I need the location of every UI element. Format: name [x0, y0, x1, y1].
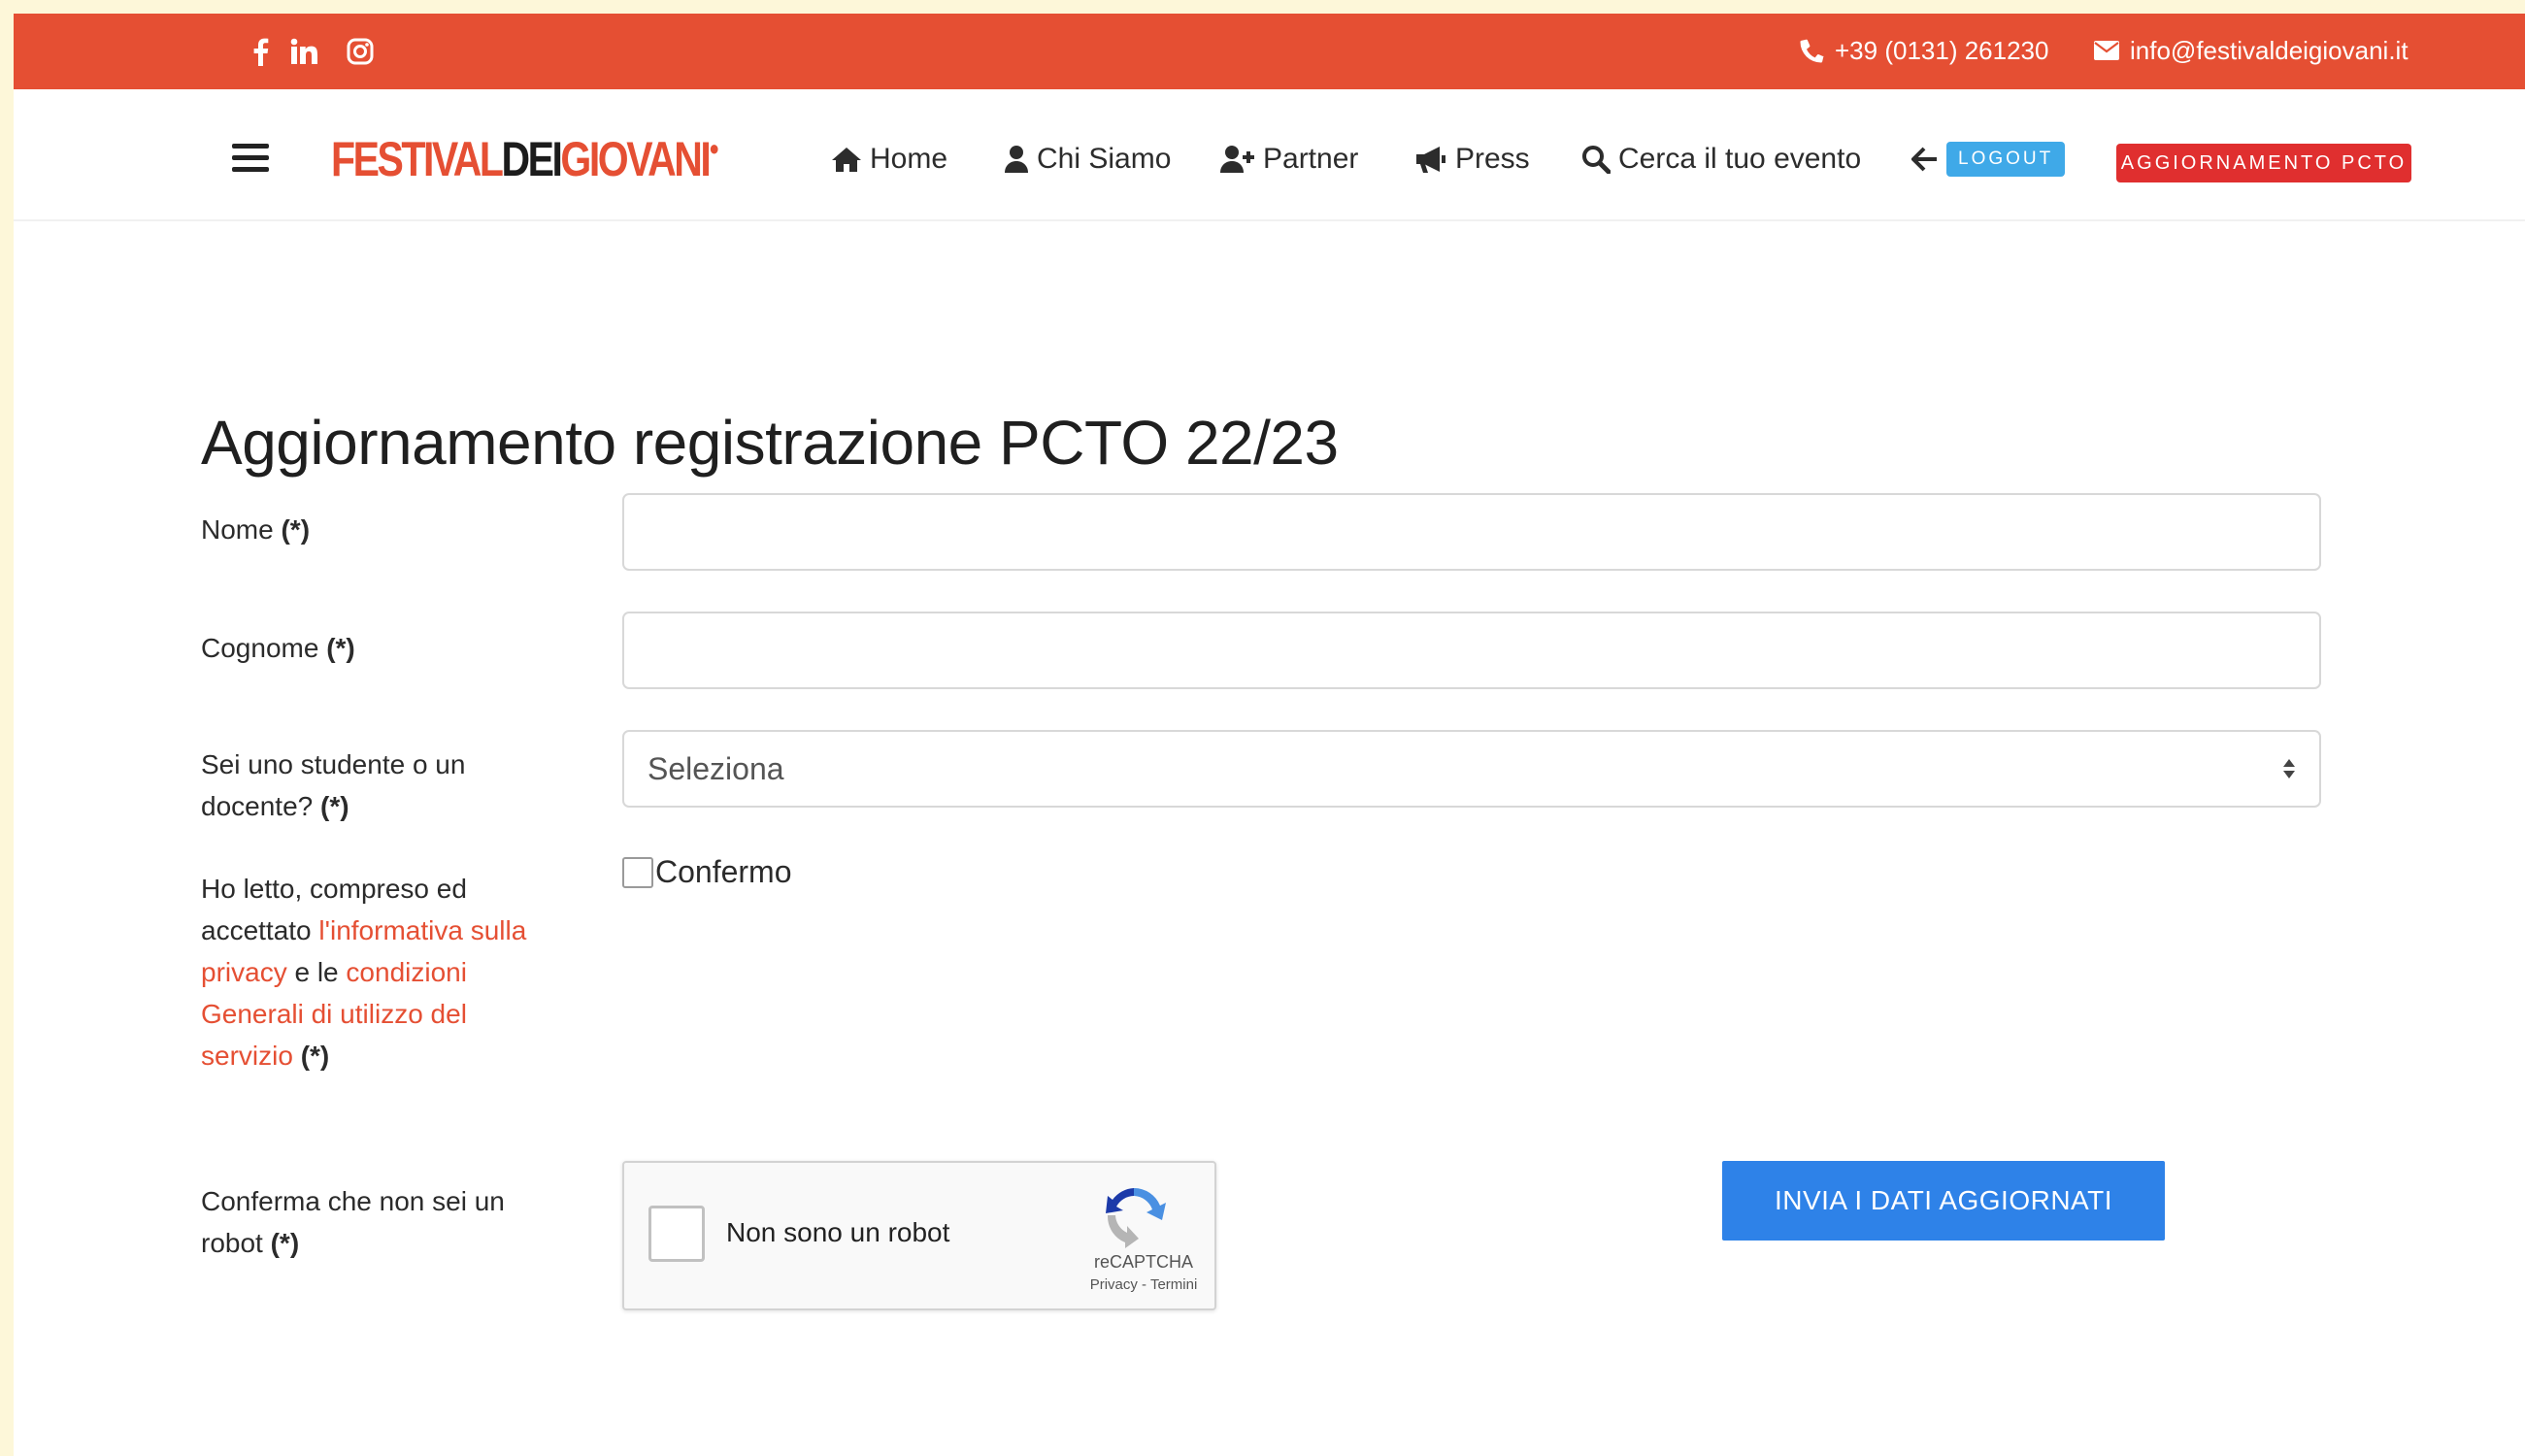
confirm-checkbox[interactable] [622, 856, 653, 888]
nav-home[interactable]: Home [831, 140, 947, 179]
hamburger-menu-icon[interactable] [232, 144, 269, 175]
linkedin-icon[interactable] [287, 35, 320, 68]
phone-contact[interactable]: +39 (0131) 261230 [1800, 31, 2048, 70]
festival-logo[interactable]: FESTIVAL DEI GIOVANI ● [331, 130, 719, 188]
confirm-label: Confermo [655, 854, 792, 889]
home-icon [832, 148, 861, 172]
main-navigation: FESTIVAL DEI GIOVANI ● Home Chi Siamo Partn… [14, 89, 2525, 221]
nav-search-event-label: Cerca il tuo evento [1618, 143, 1862, 175]
email-address: info@festivaldeigiovani.it [2130, 35, 2409, 65]
user-icon [1005, 146, 1028, 173]
role-selected-value: Seleziona [648, 750, 784, 786]
phone-number: +39 (0131) 261230 [1835, 35, 2049, 65]
aggiornamento-pcto-button[interactable]: AGGIORNAMENTO PCTO [2116, 144, 2411, 182]
nav-partner[interactable]: Partner [1220, 140, 1358, 179]
page-title: Aggiornamento registrazione PCTO 22/23 [201, 408, 1339, 478]
role-label: Sei uno studente o un docente? (*) [201, 749, 466, 821]
recaptcha-text: Non sono un robot [726, 1217, 950, 1247]
nav-press-label: Press [1455, 143, 1530, 175]
email-contact[interactable]: info@festivaldeigiovani.it [2093, 31, 2409, 70]
recaptcha-terms-link[interactable]: Termini [1150, 1276, 1197, 1293]
recaptcha-links: Privacy - Termini [1089, 1276, 1198, 1293]
nav-chi-siamo[interactable]: Chi Siamo [1004, 140, 1171, 179]
recaptcha-privacy-link[interactable]: Privacy [1090, 1276, 1138, 1293]
nome-label: Nome (*) [201, 514, 311, 545]
nav-home-label: Home [870, 143, 948, 175]
role-select[interactable]: Seleziona [622, 730, 2321, 808]
top-bar: +39 (0131) 261230 info@festivaldeigiovan… [14, 14, 2525, 89]
logout-badge: LOGOUT [1946, 142, 2066, 177]
envelope-icon [2094, 41, 2119, 60]
phone-icon [1800, 39, 1824, 63]
megaphone-icon [1416, 147, 1445, 173]
privacy-label: Ho letto, compreso ed accettato l'inform… [201, 874, 527, 1071]
recaptcha-logo-icon [1106, 1187, 1166, 1248]
nav-search-event[interactable]: Cerca il tuo evento [1581, 140, 1861, 179]
submit-button[interactable]: INVIA I DATI AGGIORNATI [1722, 1161, 2165, 1241]
cognome-label: Cognome (*) [201, 633, 355, 663]
nav-chi-siamo-label: Chi Siamo [1037, 143, 1172, 175]
arrow-left-icon [1911, 147, 1937, 172]
select-arrows-icon [2283, 759, 2295, 778]
user-plus-icon [1220, 146, 1254, 173]
recaptcha-widget: Non sono un robot reCAPTCHA Privacy - Te… [622, 1161, 1216, 1310]
nome-input[interactable] [622, 493, 2321, 571]
confirm-checkbox-row[interactable]: Confermo [622, 854, 792, 890]
search-icon [1582, 146, 1611, 174]
recaptcha-brand: reCAPTCHA [1093, 1252, 1193, 1272]
nav-partner-label: Partner [1263, 143, 1359, 175]
page: +39 (0131) 261230 info@festivaldeigiovan… [14, 14, 2525, 1456]
recaptcha-checkbox[interactable] [648, 1206, 705, 1262]
nav-logout[interactable]: LOGOUT [1911, 140, 2066, 179]
nav-press[interactable]: Press [1414, 140, 1530, 179]
instagram-icon[interactable] [344, 35, 377, 68]
facebook-icon[interactable] [244, 35, 277, 68]
robot-label: Conferma che non sei un robot (*) [201, 1186, 505, 1258]
cognome-input[interactable] [622, 612, 2321, 689]
